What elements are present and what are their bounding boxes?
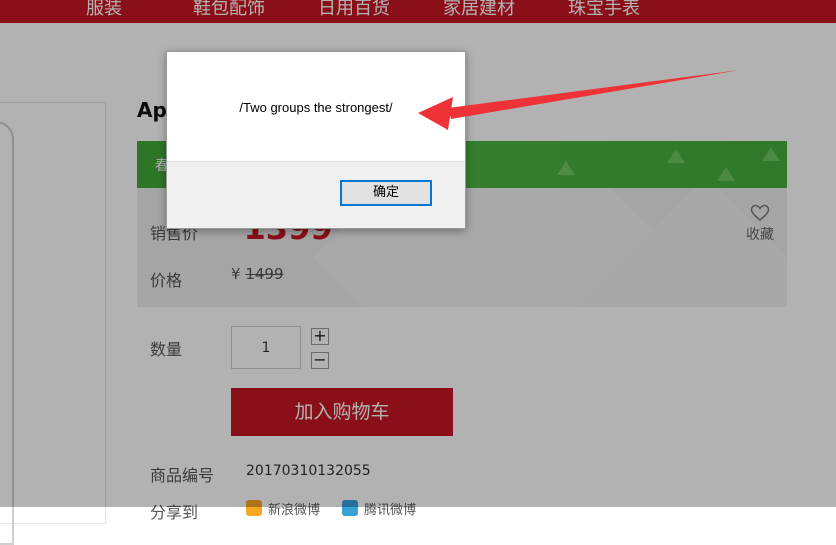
ok-button[interactable]: 确定 xyxy=(340,180,432,206)
dialog-footer: 确定 xyxy=(167,161,465,228)
dialog-message: /Two groups the strongest/ xyxy=(239,100,393,115)
alert-dialog: /Two groups the strongest/ 确定 xyxy=(166,51,466,229)
